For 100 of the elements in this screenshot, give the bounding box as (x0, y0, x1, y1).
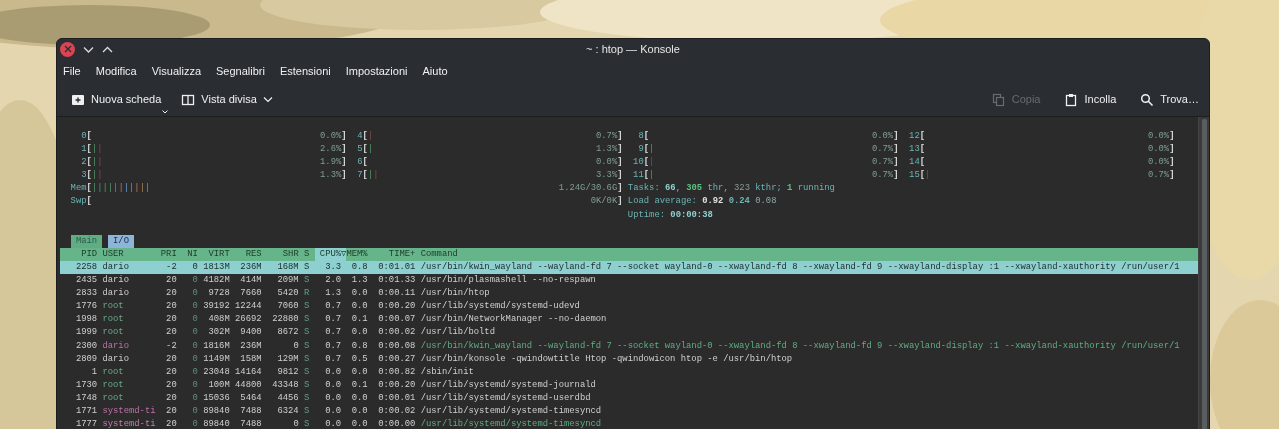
tab[interactable]: I/O (107, 234, 135, 248)
find-button[interactable]: Trova… (1140, 91, 1199, 108)
menu-item[interactable]: File (63, 62, 81, 80)
copy-button: Copia (991, 91, 1041, 108)
table-cell: S (304, 313, 310, 327)
meter-bracket: ] (617, 169, 623, 183)
new-tab-button[interactable]: Nuova scheda (71, 91, 162, 108)
meter-value: 0.0% (596, 156, 618, 170)
scrollbar[interactable] (1198, 117, 1209, 429)
process-row[interactable]: 1998 root 20 0 408M 26692 22880 S 0.7 0.1 0:00.07 /usr/bin/NetworkManager --no-daemon (60, 313, 1198, 327)
table-cell-text: 9812 (276, 365, 299, 379)
table-cell-text: 2809 (74, 352, 98, 366)
meter-label: 12 (909, 130, 920, 143)
table-cell-text: 0:00.27 (377, 352, 416, 366)
menu-item[interactable]: Visualizza (151, 62, 202, 80)
process-row[interactable]: 2435 dario 20 0 4182M 414M 209M S 2.0 1.3 0:01.33 /usr/bin/plasmashell --no-respawn (60, 274, 1198, 288)
split-view-button[interactable]: Vista divisa (181, 91, 257, 108)
column-header[interactable]: RES (235, 247, 262, 261)
table-cell-text: 4456 (276, 391, 299, 405)
process-row[interactable]: 2300 dario -2 0 1816M 236M 0 S 0.7 0.8 0:00.08 /usr/bin/kwin_wayland --wayland-fd 7 --socket wayland-0 --xwayland-fd 8 --xwayland-fd 9 --xwayland-display :1 --xwayland-xauthority /run/user/1 (60, 339, 1198, 353)
table-cell-text: 0.0 (324, 365, 342, 379)
meter-label: 8 (637, 130, 644, 143)
meter-bracket: [ (86, 182, 92, 196)
meter-label: Mem (70, 182, 87, 196)
usage-bars: | (649, 169, 655, 183)
menu-item[interactable]: Impostazioni (345, 62, 408, 80)
usage-bars: || (91, 169, 103, 183)
meter-bracket: ] (341, 169, 347, 183)
meter-label: 6 (357, 156, 363, 170)
meter-label: 11 (632, 169, 644, 183)
table-cell-text: 0.7 (324, 313, 342, 327)
meter-value: 0.7% (596, 130, 618, 143)
column-header[interactable]: CPU%▽ (314, 247, 347, 261)
table-cell-text: 7660 (239, 287, 262, 301)
table-cell-text: dario (102, 287, 130, 301)
table-cell-text: 408M (207, 313, 230, 327)
usage-bars: | (367, 130, 374, 144)
column-header[interactable]: SHR (266, 247, 299, 261)
column-header[interactable]: PRI (160, 247, 177, 261)
process-row[interactable]: 2809 dario 20 0 1149M 158M 129M S 0.7 0.5 0:00.27 /usr/bin/konsole -qwindowtitle Htop -qwindowicon htop -e /usr/bin/htop (60, 352, 1198, 366)
column-header[interactable]: Command (420, 247, 458, 261)
chevron-down-icon[interactable] (262, 96, 273, 103)
process-row[interactable]: 2833 dario 20 0 9728 7660 5420 R 1.3 0.0 0:00.11 /usr/bin/htop (60, 287, 1198, 301)
table-cell-text: 0:00.11 (377, 287, 416, 301)
meter-bracket: [ (919, 143, 926, 157)
table-cell: /usr/bin/NetworkManager --no-daemon (420, 313, 607, 327)
menu-item[interactable]: Segnalibri (216, 62, 265, 80)
table-cell: 4182M (203, 274, 230, 288)
table-cell-text: 0.0 (350, 418, 368, 429)
table-cell: 14164 (235, 365, 262, 379)
chevron-up-icon[interactable] (102, 45, 113, 53)
paste-button[interactable]: Incolla (1064, 91, 1117, 108)
table-cell-text: S (304, 404, 310, 418)
table-cell: S (304, 300, 310, 314)
column-header[interactable]: PID (60, 247, 98, 261)
table-cell-text: 236M (239, 260, 262, 274)
caret-icon (162, 109, 169, 114)
process-row[interactable]: 1999 root 20 0 302M 9400 8672 S 0.7 0.0 0:00.02 /usr/lib/boltd (60, 326, 1198, 340)
column-header[interactable]: S (304, 247, 310, 261)
meter-bracket: ] (617, 182, 623, 196)
table-cell-text: 0.0 (324, 404, 342, 418)
usage-bars: | (925, 169, 931, 183)
column-header[interactable]: VIRT (203, 247, 230, 261)
process-row[interactable]: 1777 systemd-ti 20 0 89840 7488 0 S 0.0 0.0 0:00.00 /usr/lib/systemd/systemd-timesyncd (60, 418, 1198, 429)
window-title: ~ : htop — Konsole (586, 41, 680, 57)
meter-bracket: ] (341, 143, 347, 157)
column-header[interactable]: MEM% (346, 247, 368, 261)
meter-label: 5 (357, 143, 363, 157)
search-icon (1140, 92, 1155, 107)
table-cell-text: 20 (165, 326, 177, 340)
table-cell-text: 0 (292, 339, 299, 353)
process-row[interactable]: 1730 root 20 0 100M 44800 43348 S 0.0 0.1 0:00.20 /usr/lib/systemd/systemd-journald (60, 378, 1198, 392)
process-row[interactable]: 1 root 20 0 23048 14164 9812 S 0.0 0.0 0:00.82 /sbin/init (60, 365, 1198, 379)
table-cell-text: 43348 (271, 378, 299, 392)
process-row[interactable]: 1776 root 20 0 39192 12244 7060 S 0.7 0.0 0:00.20 /usr/lib/systemd/systemd-udevd (60, 300, 1198, 314)
column-header[interactable]: NI (182, 247, 198, 261)
meter-label: 9 (637, 143, 644, 157)
meter-label: 2 (80, 156, 87, 170)
chevron-down-icon[interactable] (83, 45, 94, 53)
process-row[interactable]: 1748 root 20 0 15036 5464 4456 S 0.0 0.0 0:00.01 /usr/lib/systemd/systemd-userdbd (60, 391, 1198, 405)
table-cell-text: 0.1 (350, 313, 368, 327)
meter-value: 0.0% (1147, 156, 1170, 170)
table-cell-text: 6324 (276, 404, 299, 418)
column-header[interactable]: TIME+ (372, 247, 416, 261)
column-header[interactable]: USER (102, 247, 156, 261)
table-cell-text: 22880 (271, 313, 299, 327)
meter-bracket: [ (919, 169, 926, 183)
table-cell-text: 2258 (74, 260, 98, 274)
table-cell-text: 20 (165, 274, 177, 288)
menu-item[interactable]: Aiuto (422, 62, 448, 80)
usage-bars: || (367, 169, 379, 183)
process-row[interactable]: 1771 systemd-ti 20 0 89840 7488 6324 S 0.0 0.0 0:00.02 /usr/lib/systemd/systemd-timesyncd (60, 404, 1198, 419)
close-button[interactable] (60, 41, 75, 57)
table-cell-text: 0 (292, 418, 299, 429)
meter-value: 0.7% (871, 143, 894, 157)
table-cell-text: 0 (191, 287, 198, 301)
menu-item[interactable]: Estensioni (279, 62, 331, 80)
table-cell-text: 0 (191, 391, 198, 405)
menu-item[interactable]: Modifica (95, 62, 137, 80)
meter-bracket: [ (86, 156, 92, 170)
